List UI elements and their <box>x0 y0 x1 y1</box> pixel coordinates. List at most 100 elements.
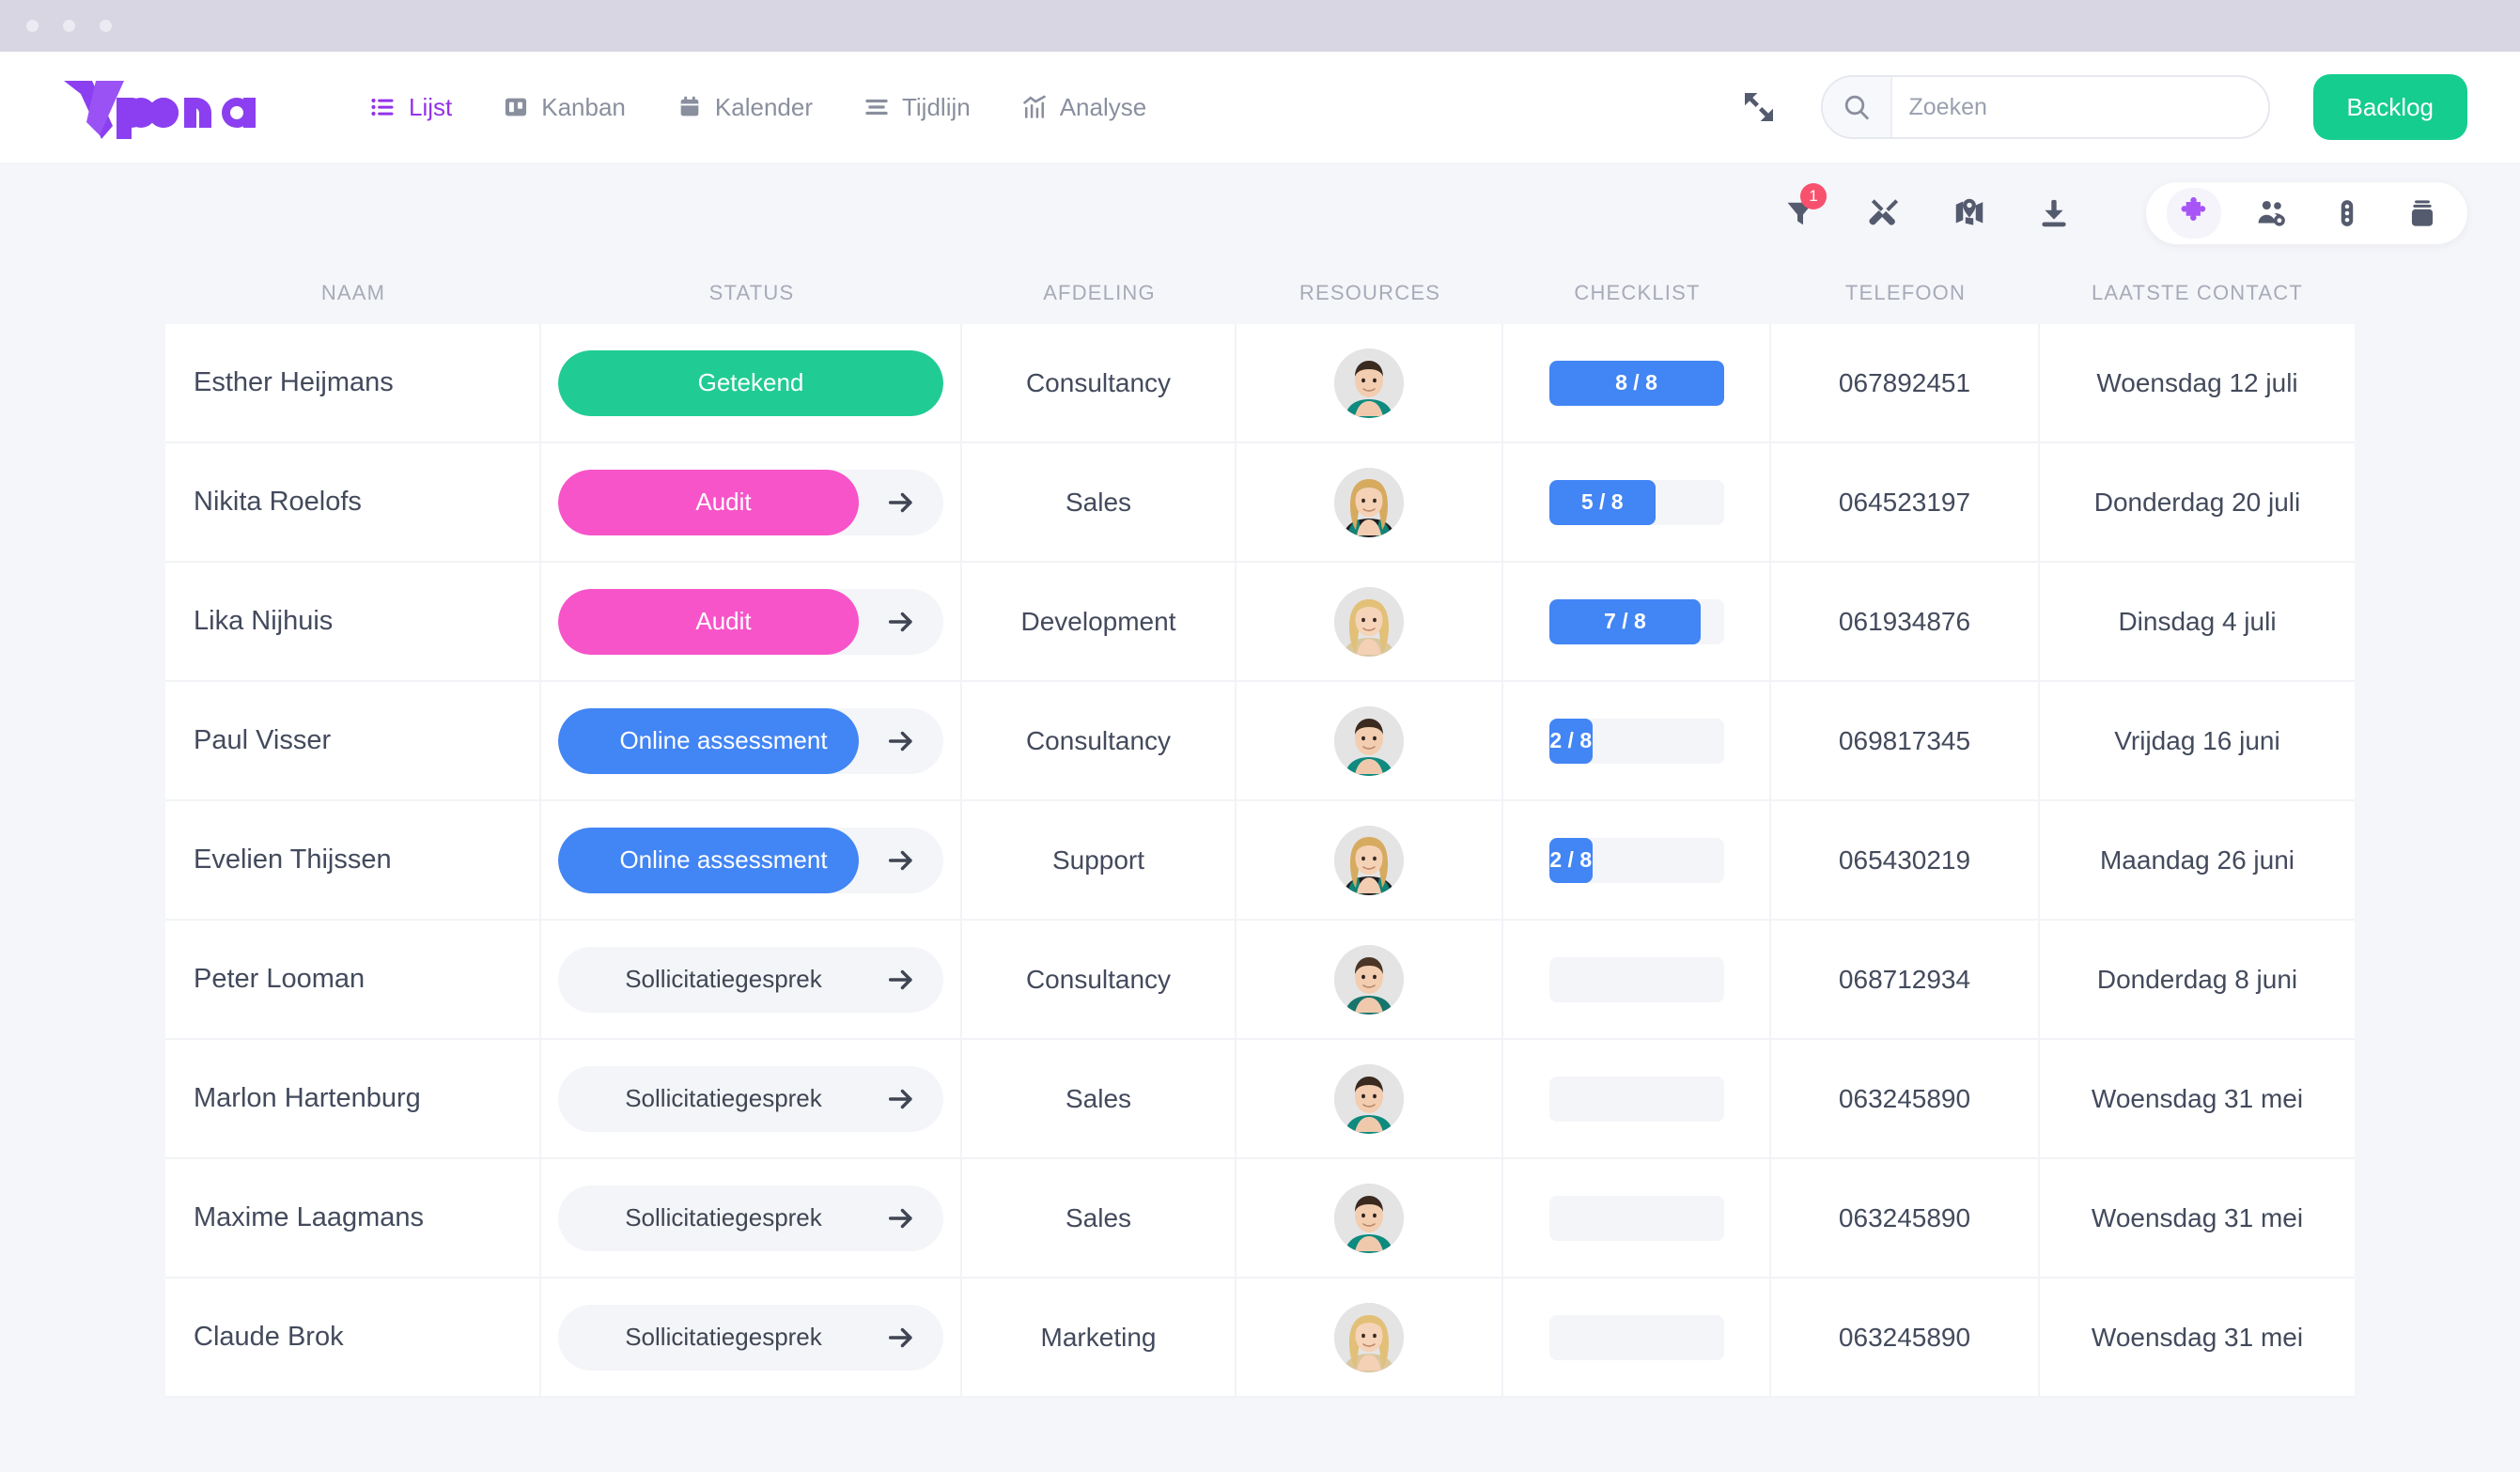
window-close-dot[interactable] <box>26 20 39 32</box>
avatar[interactable] <box>1334 944 1404 1015</box>
status-pill[interactable]: Online assessment <box>558 707 943 774</box>
cell-status[interactable]: Audit <box>541 443 962 561</box>
column-header-afdeling[interactable]: AFDELING <box>962 281 1237 305</box>
checklist-bar[interactable] <box>1548 1195 1724 1241</box>
nav-item-kalender[interactable]: Kalender <box>675 87 815 128</box>
table-row[interactable]: Claude Brok Sollicitatiegesprek Marketing … <box>165 1278 2355 1398</box>
table-row[interactable]: Esther Heijmans Getekend Consultancy 8 / 8… <box>165 324 2355 443</box>
backlog-button[interactable]: Backlog <box>2312 74 2467 140</box>
cell-afdeling[interactable]: Support <box>962 801 1237 919</box>
cell-laatste-contact[interactable]: Dinsdag 4 juli <box>2040 563 2355 680</box>
cell-status[interactable]: Online assessment <box>541 801 962 919</box>
table-row[interactable]: Lika Nijhuis Audit Development 7 / 8 061934… <box>165 563 2355 682</box>
cell-naam[interactable]: Paul Visser <box>165 682 541 799</box>
nav-item-lijst[interactable]: Lijst <box>368 87 454 128</box>
checklist-bar[interactable]: 5 / 8 <box>1548 479 1724 525</box>
status-arrow-icon[interactable] <box>885 1202 917 1234</box>
cell-naam[interactable]: Esther Heijmans <box>165 324 541 442</box>
checklist-bar[interactable]: 7 / 8 <box>1548 598 1724 644</box>
column-header-status[interactable]: STATUS <box>541 281 962 305</box>
cell-laatste-contact[interactable]: Woensdag 31 mei <box>2040 1278 2355 1396</box>
cell-resources[interactable] <box>1237 801 1503 919</box>
cell-status[interactable]: Sollicitatiegesprek <box>541 921 962 1038</box>
cell-afdeling[interactable]: Consultancy <box>962 682 1237 799</box>
cell-naam[interactable]: Lika Nijhuis <box>165 563 541 680</box>
window-minimize-dot[interactable] <box>63 20 75 32</box>
cell-afdeling[interactable]: Sales <box>962 443 1237 561</box>
search-box[interactable] <box>1820 75 2270 139</box>
column-header-checklist[interactable]: CHECKLIST <box>1503 281 1771 305</box>
cell-naam[interactable]: Peter Looman <box>165 921 541 1038</box>
cell-afdeling[interactable]: Development <box>962 563 1237 680</box>
cell-laatste-contact[interactable]: Maandag 26 juni <box>2040 801 2355 919</box>
avatar[interactable] <box>1334 1063 1404 1134</box>
window-maximize-dot[interactable] <box>100 20 112 32</box>
cell-checklist[interactable]: 5 / 8 <box>1503 443 1771 561</box>
checklist-bar[interactable] <box>1548 1314 1724 1360</box>
cell-checklist[interactable] <box>1503 1278 1771 1396</box>
expand-icon[interactable] <box>1740 88 1778 126</box>
cell-checklist[interactable] <box>1503 921 1771 1038</box>
status-arrow-icon[interactable] <box>885 1083 917 1115</box>
cell-resources[interactable] <box>1237 1278 1503 1396</box>
table-row[interactable]: Evelien Thijssen Online assessment Support… <box>165 801 2355 921</box>
avatar[interactable] <box>1334 586 1404 657</box>
cell-resources[interactable] <box>1237 324 1503 442</box>
checklist-bar[interactable] <box>1548 1076 1724 1122</box>
cell-naam[interactable]: Maxime Laagmans <box>165 1159 541 1277</box>
cell-checklist[interactable]: 2 / 8 <box>1503 801 1771 919</box>
cell-resources[interactable] <box>1237 921 1503 1038</box>
cell-naam[interactable]: Nikita Roelofs <box>165 443 541 561</box>
checklist-bar[interactable] <box>1548 956 1724 1002</box>
column-header-resources[interactable]: RESOURCES <box>1237 281 1503 305</box>
cell-afdeling[interactable]: Sales <box>962 1040 1237 1157</box>
status-arrow-icon[interactable] <box>885 725 917 757</box>
checklist-bar[interactable]: 2 / 8 <box>1548 837 1724 883</box>
cell-naam[interactable]: Evelien Thijssen <box>165 801 541 919</box>
status-pill[interactable]: Getekend <box>558 349 943 416</box>
table-row[interactable]: Maxime Laagmans Sollicitatiegesprek Sales … <box>165 1159 2355 1278</box>
table-row[interactable]: Marlon Hartenburg Sollicitatiegesprek Sale… <box>165 1040 2355 1159</box>
filter-button[interactable]: 1 <box>1776 183 1827 238</box>
table-row[interactable]: Paul Visser Online assessment Consultancy … <box>165 682 2355 801</box>
cell-telefoon[interactable]: 067892451 <box>1771 324 2040 442</box>
cell-status[interactable]: Sollicitatiegesprek <box>541 1278 962 1396</box>
status-arrow-icon[interactable] <box>885 606 917 638</box>
download-button[interactable] <box>2030 189 2078 238</box>
cell-checklist[interactable]: 2 / 8 <box>1503 682 1771 799</box>
cell-telefoon[interactable]: 068712934 <box>1771 921 2040 1038</box>
cell-checklist[interactable]: 7 / 8 <box>1503 563 1771 680</box>
cell-telefoon[interactable]: 063245890 <box>1771 1278 2040 1396</box>
cell-resources[interactable] <box>1237 1159 1503 1277</box>
avatar[interactable] <box>1334 348 1404 418</box>
status-pill[interactable]: Sollicitatiegesprek <box>558 946 943 1013</box>
avatar[interactable] <box>1334 825 1404 895</box>
cell-telefoon[interactable]: 064523197 <box>1771 443 2040 561</box>
status-pill[interactable]: Audit <box>558 469 943 535</box>
checklist-bar[interactable]: 2 / 8 <box>1548 718 1724 764</box>
cell-checklist[interactable] <box>1503 1159 1771 1277</box>
status-pill[interactable]: Sollicitatiegesprek <box>558 1065 943 1132</box>
table-row[interactable]: Peter Looman Sollicitatiegesprek Consultan… <box>165 921 2355 1040</box>
status-pill[interactable]: Sollicitatiegesprek <box>558 1185 943 1251</box>
column-header-contact[interactable]: LAATSTE CONTACT <box>2040 281 2355 305</box>
cell-status[interactable]: Getekend <box>541 324 962 442</box>
column-header-naam[interactable]: NAAM <box>165 281 541 305</box>
status-arrow-icon[interactable] <box>885 487 917 519</box>
checklist-bar[interactable]: 8 / 8 <box>1548 360 1724 406</box>
status-arrow-icon[interactable] <box>885 964 917 996</box>
cell-afdeling[interactable]: Consultancy <box>962 324 1237 442</box>
nav-item-tijdlijn[interactable]: Tijdlijn <box>862 87 972 128</box>
nav-item-analyse[interactable]: Analyse <box>1019 87 1149 128</box>
cell-afdeling[interactable]: Consultancy <box>962 921 1237 1038</box>
cell-resources[interactable] <box>1237 563 1503 680</box>
cell-resources[interactable] <box>1237 682 1503 799</box>
cell-afdeling[interactable]: Sales <box>962 1159 1237 1277</box>
cell-laatste-contact[interactable]: Donderdag 8 juni <box>2040 921 2355 1038</box>
cell-telefoon[interactable]: 069817345 <box>1771 682 2040 799</box>
cell-laatste-contact[interactable]: Donderdag 20 juli <box>2040 443 2355 561</box>
cell-checklist[interactable]: 8 / 8 <box>1503 324 1771 442</box>
avatar[interactable] <box>1334 1302 1404 1372</box>
avatar[interactable] <box>1334 467 1404 537</box>
avatar[interactable] <box>1334 705 1404 776</box>
